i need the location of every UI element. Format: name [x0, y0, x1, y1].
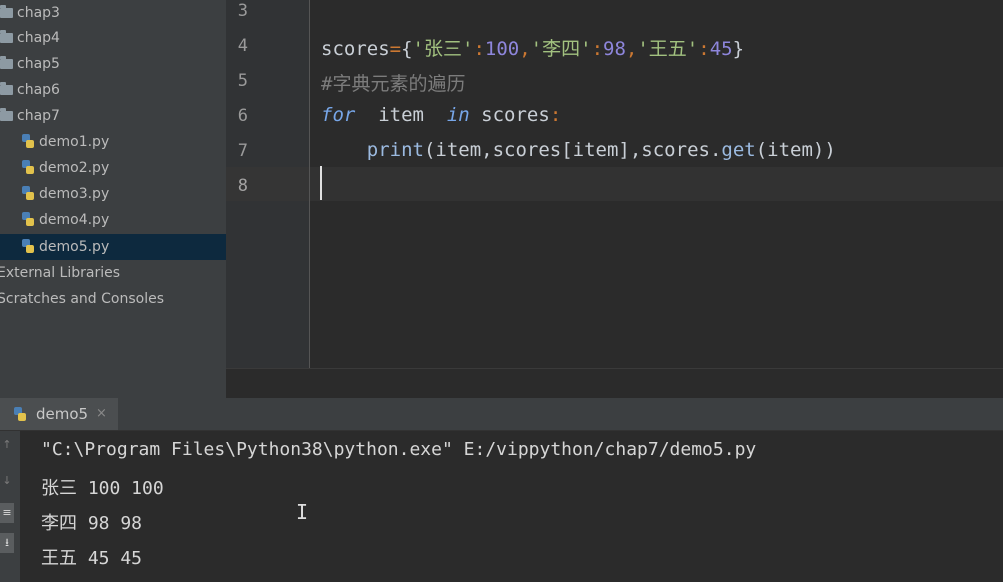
code-token: scores [469, 104, 550, 126]
tree-file-demo3[interactable]: demo3.py [20, 181, 109, 207]
console-line: 李四 98 98 [41, 513, 143, 534]
tree-file-demo2[interactable]: demo2.py [20, 155, 109, 181]
python-file-icon [22, 186, 34, 200]
console-line: 张三 100 100 [41, 478, 164, 499]
code-token: '李四' [530, 38, 592, 60]
code-token: in [446, 104, 470, 126]
down-arrow-icon[interactable]: ↓ [0, 471, 14, 491]
scroll-to-end-icon[interactable]: ⭳ [0, 533, 14, 553]
tree-folder-label: chap4 [17, 30, 60, 46]
tree-folder-label: chap7 [17, 108, 60, 124]
tree-item-label: External Libraries [0, 265, 120, 281]
tree-folder-chap6[interactable]: chap6 [0, 77, 60, 103]
tree-file-label: demo3.py [39, 186, 110, 202]
python-file-icon [22, 212, 34, 226]
run-tab-label: demo5 [36, 405, 89, 423]
run-tab-bar: demo5 × [0, 398, 1003, 431]
code-token: 45 [709, 38, 733, 60]
editor-bottom-area [226, 368, 1003, 399]
code-token: : [549, 104, 562, 126]
folder-icon [0, 5, 13, 18]
up-arrow-icon[interactable]: ↑ [0, 435, 14, 455]
gutter-divider [309, 0, 310, 368]
tree-file-demo1[interactable]: demo1.py [20, 129, 109, 155]
code-line-4: scores={'张三':100,'李四':98,'王五':45} [321, 34, 744, 61]
tree-folder-chap3[interactable]: chap3 [0, 0, 60, 26]
python-file-icon [22, 239, 34, 253]
tree-scratches-and-consoles[interactable]: Scratches and Consoles [0, 286, 164, 312]
tree-folder-label: chap5 [17, 56, 60, 72]
python-file-icon [22, 134, 34, 148]
folder-icon [0, 30, 13, 43]
text-caret [320, 166, 322, 200]
code-token: : [698, 38, 710, 60]
code-token: = [389, 38, 402, 60]
tree-folder-label: chap6 [17, 82, 60, 98]
code-token: scores [321, 38, 390, 60]
code-token: } [732, 38, 745, 60]
code-token: for [321, 104, 356, 126]
python-file-icon [22, 160, 34, 174]
folder-open-icon [0, 108, 13, 121]
run-tab-demo5[interactable]: demo5 × [0, 398, 118, 430]
line-number: 3 [237, 1, 248, 21]
tree-file-label: demo4.py [39, 212, 110, 228]
code-token: get [721, 139, 756, 161]
line-number: 4 [237, 36, 248, 56]
tree-external-libraries[interactable]: External Libraries [0, 260, 120, 286]
python-run-icon [14, 407, 26, 421]
code-token: item [355, 104, 447, 126]
code-token: (item)) [755, 139, 836, 161]
code-line-6: for item in scores: [321, 104, 561, 126]
code-token: : [473, 38, 485, 60]
tree-folder-label: chap3 [17, 5, 60, 21]
code-token: print [366, 139, 424, 161]
console-line: 王五 45 45 [41, 548, 143, 569]
line-number: 7 [237, 141, 248, 161]
console-line-command: "C:\Program Files\Python38\python.exe" E… [41, 439, 757, 460]
line-number: 6 [237, 106, 248, 126]
current-line-highlight [310, 167, 1003, 201]
line-number: 5 [237, 71, 248, 91]
tree-file-demo4[interactable]: demo4.py [20, 207, 109, 233]
code-token: { [401, 38, 413, 60]
folder-icon [0, 56, 13, 69]
tree-file-label: demo2.py [39, 160, 110, 176]
code-token: (item,scores[item],scores. [423, 139, 722, 161]
tree-file-label: demo1.py [39, 134, 110, 150]
tree-item-label: Scratches and Consoles [0, 291, 164, 307]
code-token: , [519, 38, 531, 60]
code-token: , [625, 38, 638, 60]
tree-folder-chap5[interactable]: chap5 [0, 51, 60, 77]
tree-file-demo5[interactable]: demo5.py [0, 234, 226, 260]
code-token: : [591, 38, 604, 60]
soft-wrap-icon[interactable]: ≡ [0, 503, 14, 523]
close-icon[interactable]: × [96, 398, 107, 430]
mouse-ibeam-cursor: I [296, 500, 309, 524]
tree-folder-chap7[interactable]: chap7 [0, 103, 60, 129]
code-token: 98 [603, 38, 626, 60]
code-line-5: #字典元素的遍历 [321, 73, 466, 95]
project-tree: chap3 chap4 chap5 chap6 chap7 demo1.py d… [0, 0, 226, 398]
folder-icon [0, 82, 13, 95]
line-number: 8 [237, 176, 248, 196]
code-line-7: print(item,scores[item],scores.get(item)… [321, 139, 836, 161]
code-token: '张三' [412, 38, 474, 60]
run-toolbar: ↑ ↓ ≡ ⭳ [0, 431, 20, 582]
code-token: 100 [484, 38, 520, 60]
tree-folder-chap4[interactable]: chap4 [0, 25, 60, 51]
tree-file-label: demo5.py [39, 239, 110, 255]
code-token: '王五' [637, 38, 699, 60]
